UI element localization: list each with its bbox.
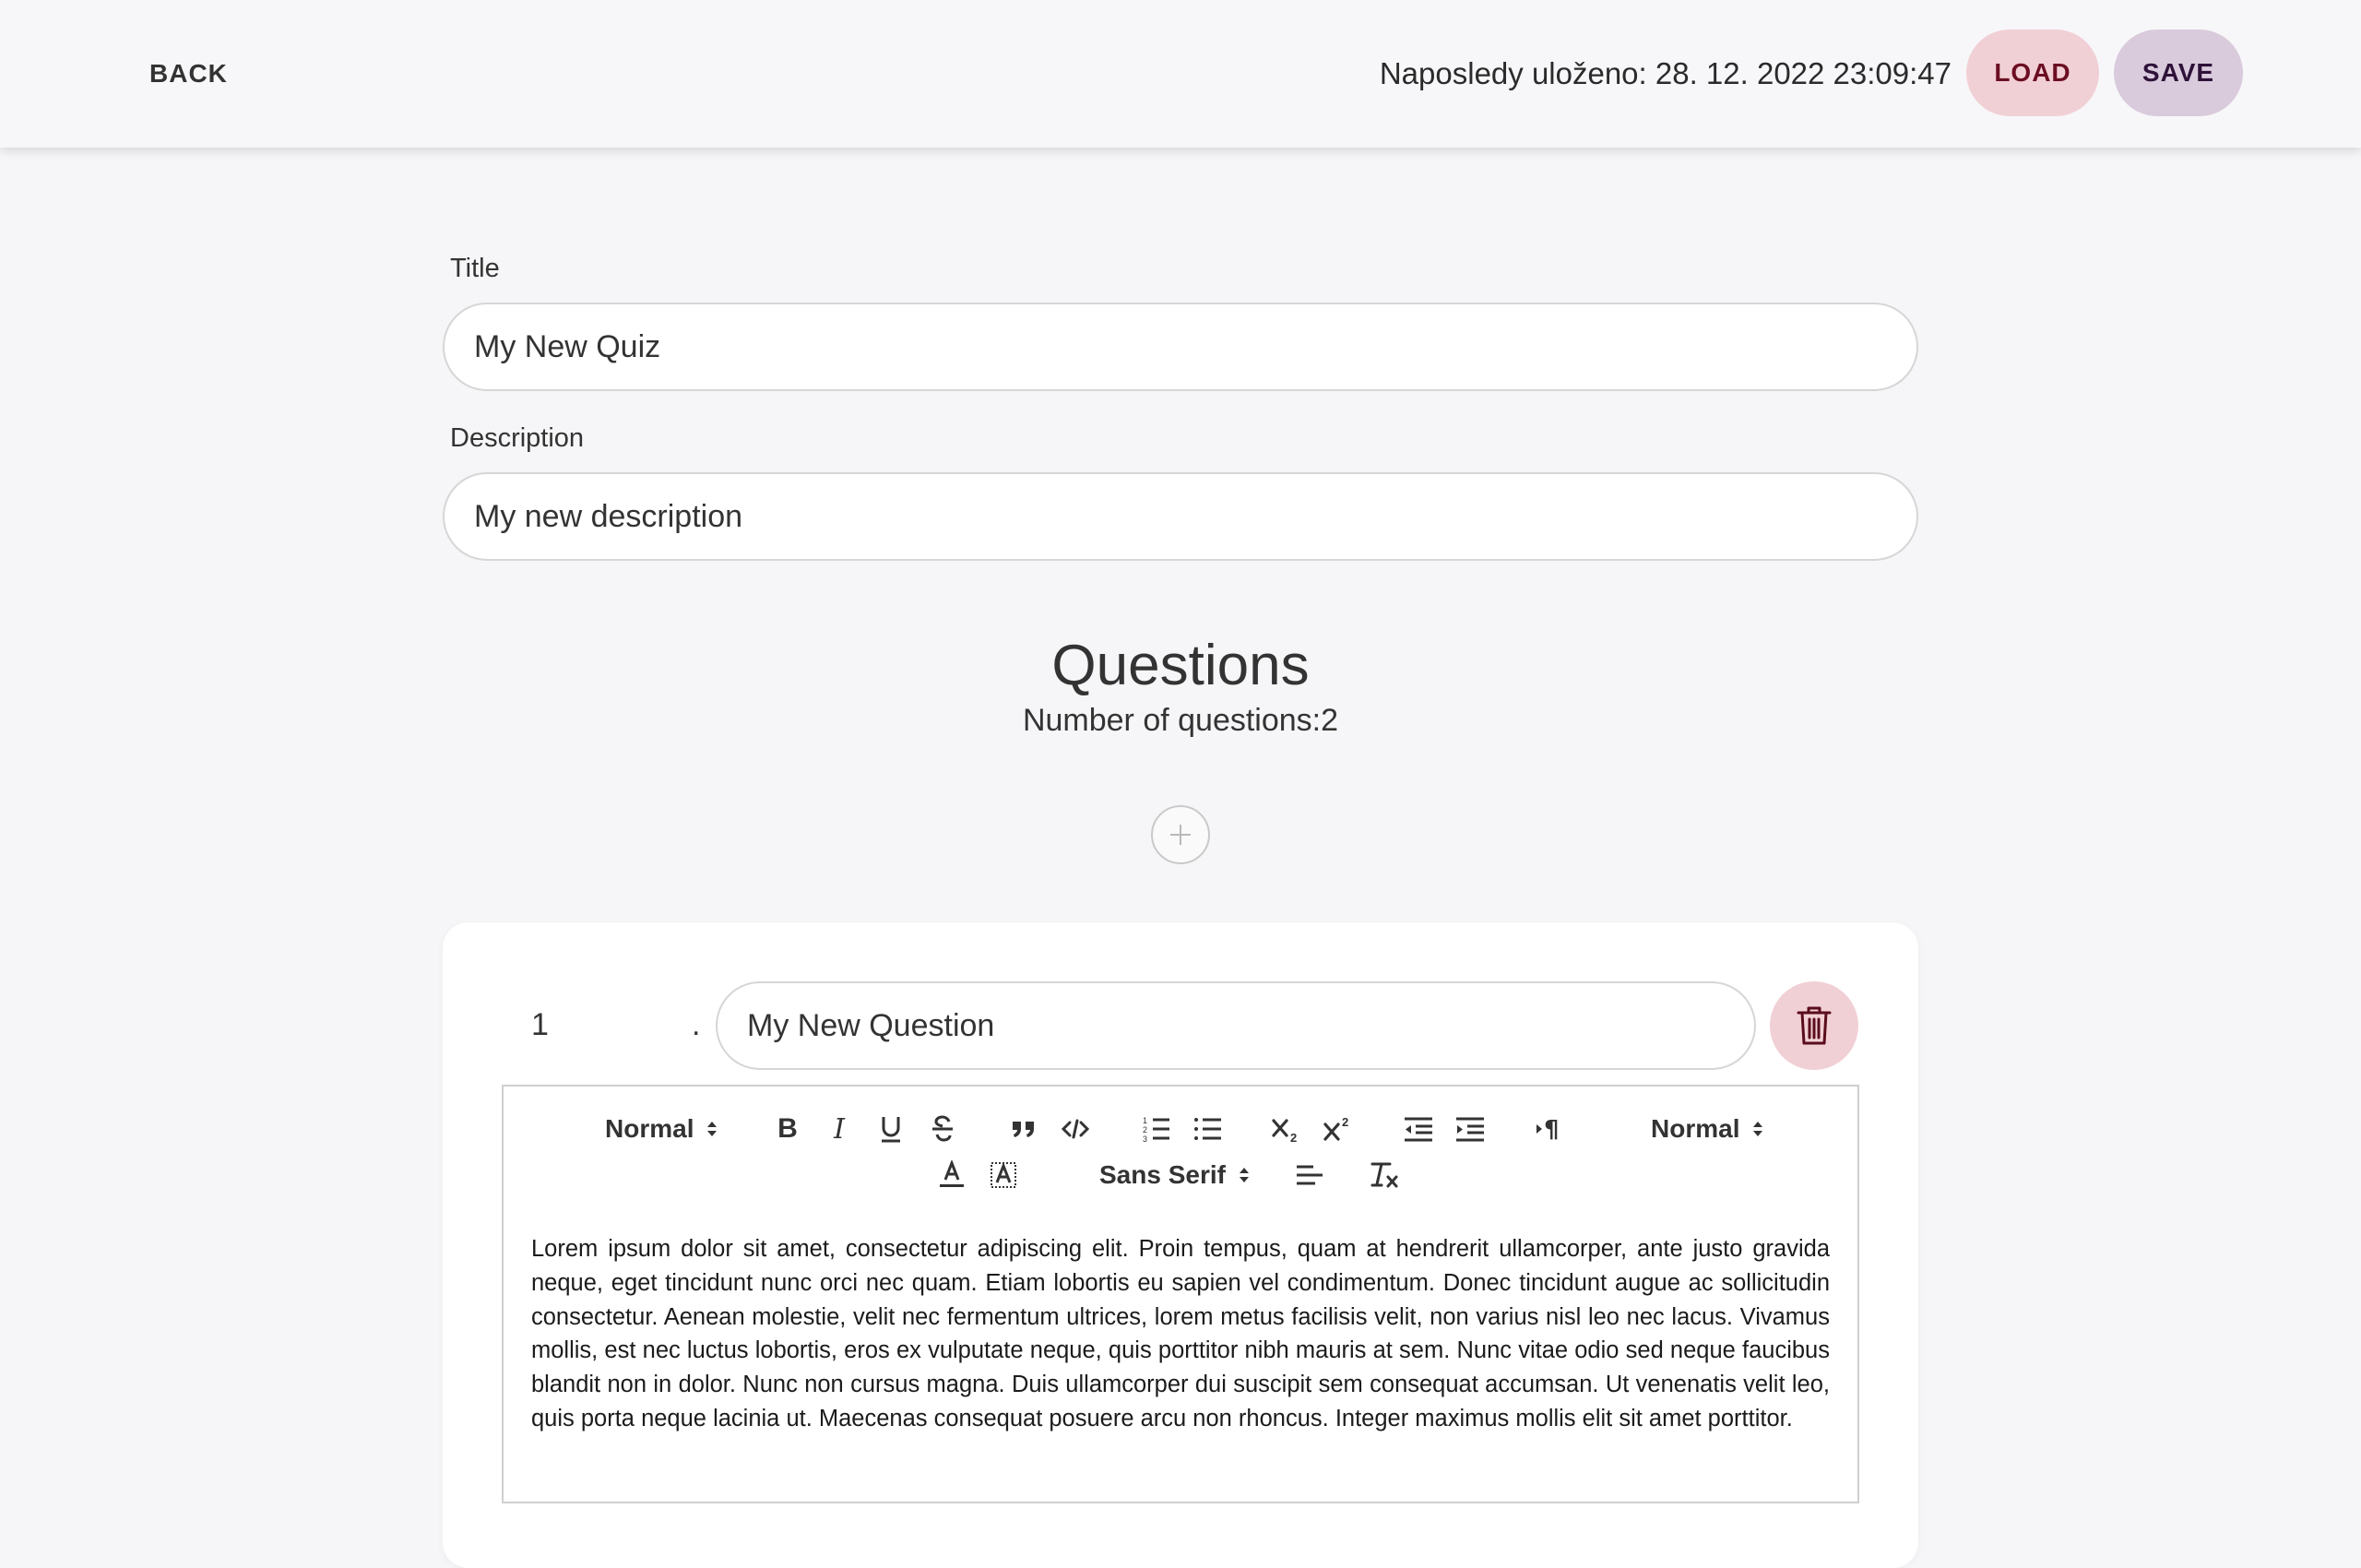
svg-text:3: 3 — [1143, 1134, 1147, 1143]
top-bar: BACK Naposledy uloženo: 28. 12. 2022 23:… — [0, 0, 2361, 148]
updown-icon — [1239, 1168, 1249, 1182]
delete-question-button[interactable] — [1770, 981, 1858, 1070]
background-color-icon[interactable] — [985, 1157, 1022, 1194]
trash-icon — [1797, 1006, 1832, 1045]
font-color-icon[interactable] — [933, 1157, 970, 1194]
add-question-button[interactable] — [1151, 805, 1210, 864]
updown-icon — [1753, 1122, 1763, 1136]
updown-icon — [707, 1122, 718, 1136]
description-label: Description — [450, 423, 585, 453]
svg-text:¶: ¶ — [1544, 1116, 1560, 1143]
italic-icon[interactable]: I — [823, 1111, 856, 1147]
save-button[interactable]: SAVE — [2114, 30, 2243, 116]
indent-icon[interactable] — [1452, 1111, 1489, 1147]
svg-text:2: 2 — [1342, 1115, 1348, 1129]
subscript-icon[interactable]: 2 — [1269, 1111, 1306, 1147]
plus-icon — [1170, 825, 1191, 845]
back-button[interactable]: BACK — [129, 52, 248, 96]
title-label: Title — [450, 254, 500, 283]
question-number-dot: . — [692, 1007, 701, 1042]
font-family-select[interactable]: Sans Serif — [1099, 1157, 1250, 1194]
title-input[interactable]: My New Quiz — [443, 303, 1918, 391]
superscript-icon[interactable]: 2 — [1321, 1111, 1358, 1147]
strike-icon[interactable] — [926, 1111, 959, 1147]
header-format-select[interactable]: Normal — [605, 1111, 718, 1147]
question-number: 1 — [531, 1007, 549, 1042]
svg-text:2: 2 — [1290, 1131, 1297, 1143]
clear-format-icon[interactable] — [1367, 1157, 1404, 1194]
bold-icon[interactable]: B — [771, 1111, 804, 1147]
questions-heading: Questions — [1051, 634, 1310, 697]
code-block-icon[interactable] — [1059, 1111, 1092, 1147]
svg-text:2: 2 — [1143, 1125, 1147, 1134]
description-input[interactable]: My new description — [443, 472, 1918, 561]
question-title-input[interactable]: My New Question — [716, 981, 1756, 1070]
header-format-value: Normal — [605, 1114, 694, 1143]
size-select[interactable]: Normal — [1651, 1111, 1763, 1147]
last-saved-status: Naposledy uloženo: 28. 12. 2022 23:09:47 — [1379, 56, 1952, 90]
bullet-list-icon[interactable] — [1190, 1111, 1227, 1147]
outdent-icon[interactable] — [1400, 1111, 1437, 1147]
editor-toolbar: Normal B I 123 2 2 ¶ Normal Sans Serif — [502, 1085, 1859, 1210]
font-family-value: Sans Serif — [1099, 1160, 1226, 1189]
load-button[interactable]: LOAD — [1966, 30, 2099, 116]
underline-icon[interactable] — [874, 1111, 908, 1147]
questions-count: Number of questions:2 — [1022, 703, 1339, 738]
svg-text:1: 1 — [1143, 1116, 1147, 1125]
question-body-editor[interactable]: Lorem ipsum dolor sit amet, consectetur … — [502, 1208, 1859, 1503]
blockquote-icon[interactable] — [1007, 1111, 1040, 1147]
ordered-list-icon[interactable]: 123 — [1138, 1111, 1175, 1147]
text-direction-icon[interactable]: ¶ — [1531, 1111, 1568, 1147]
size-value: Normal — [1651, 1114, 1740, 1143]
align-icon[interactable] — [1291, 1157, 1328, 1194]
